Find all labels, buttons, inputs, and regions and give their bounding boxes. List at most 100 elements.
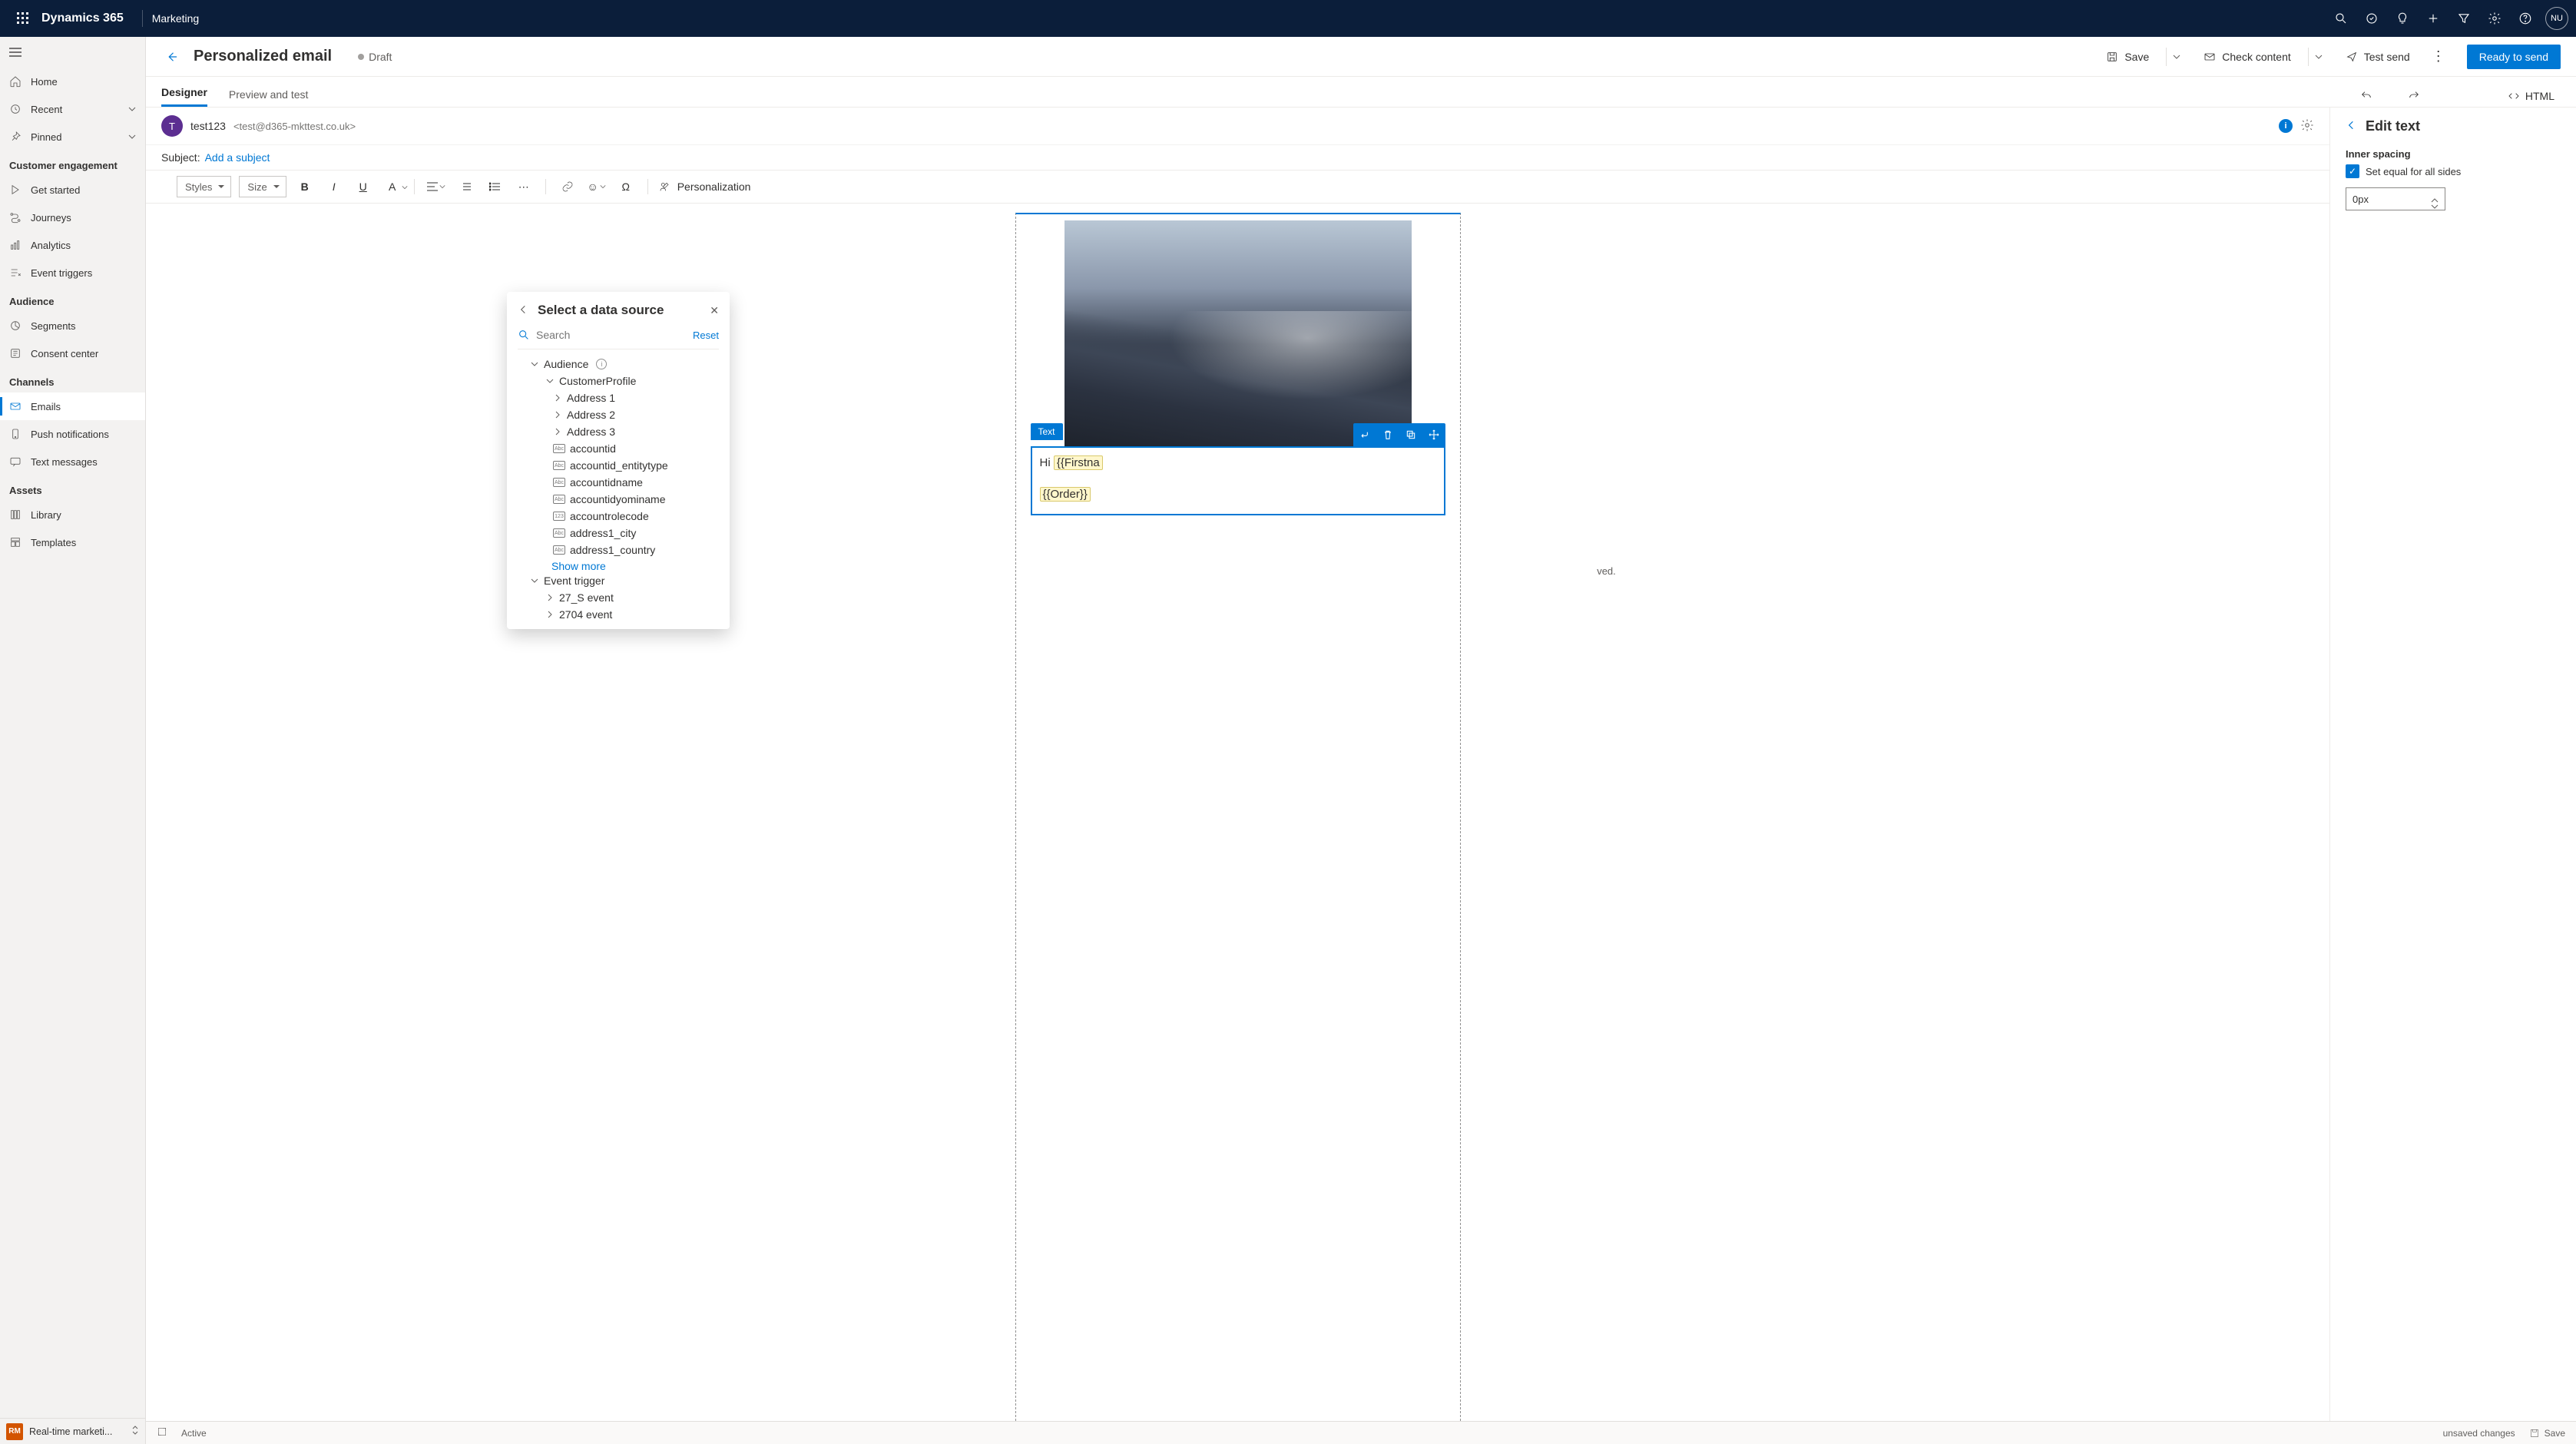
save-button[interactable]: Save: [2100, 46, 2155, 68]
tree-field-accountid-entitytype[interactable]: Abcaccountid_entitytype: [518, 457, 719, 474]
tree-field-accountid[interactable]: Abcaccountid: [518, 440, 719, 457]
nav-get-started[interactable]: Get started: [0, 176, 145, 204]
token-order[interactable]: {{Order}}: [1040, 487, 1091, 502]
block-enter-icon[interactable]: [1353, 423, 1376, 446]
html-view-button[interactable]: HTML: [2501, 85, 2561, 107]
nav-templates[interactable]: Templates: [0, 528, 145, 556]
bold-button[interactable]: B: [294, 176, 316, 197]
settings-icon[interactable]: [2479, 3, 2510, 34]
sidebar-toggle[interactable]: [0, 37, 145, 68]
underline-button[interactable]: U: [353, 176, 374, 197]
italic-button[interactable]: I: [323, 176, 345, 197]
chevron-down-icon[interactable]: [128, 104, 136, 115]
nav-analytics[interactable]: Analytics: [0, 231, 145, 259]
ready-to-send-button[interactable]: Ready to send: [2467, 45, 2561, 69]
nav-consent[interactable]: Consent center: [0, 339, 145, 367]
show-more-link[interactable]: Show more: [518, 560, 719, 572]
add-subject-link[interactable]: Add a subject: [205, 151, 270, 164]
checkbox-checked-icon[interactable]: ✓: [2346, 164, 2359, 178]
nav-journeys[interactable]: Journeys: [0, 204, 145, 231]
tree-field-accountidyominame[interactable]: Abcaccountidyominame: [518, 491, 719, 508]
block-delete-icon[interactable]: [1376, 423, 1399, 446]
save-split[interactable]: [2166, 48, 2187, 66]
add-icon[interactable]: [2418, 3, 2449, 34]
nav-segments[interactable]: Segments: [0, 312, 145, 339]
app-launcher[interactable]: [8, 3, 38, 34]
align-button[interactable]: [425, 176, 447, 197]
tree-event-2704[interactable]: 2704 event: [518, 606, 719, 623]
search-input[interactable]: [536, 329, 687, 341]
search-icon[interactable]: [2326, 3, 2356, 34]
nav-recent[interactable]: Recent: [0, 95, 145, 123]
tree-event-trigger[interactable]: Event trigger: [518, 572, 719, 589]
check-content-button[interactable]: Check content: [2197, 46, 2297, 68]
tree-field-address1-city[interactable]: Abcaddress1_city: [518, 525, 719, 542]
user-avatar[interactable]: NU: [2545, 7, 2568, 30]
expand-icon[interactable]: [131, 1425, 139, 1438]
size-select[interactable]: Size: [239, 176, 286, 197]
tab-preview[interactable]: Preview and test: [229, 88, 309, 107]
ordered-list-button[interactable]: [455, 176, 476, 197]
tree-audience[interactable]: Audience i: [518, 356, 719, 373]
email-canvas[interactable]: Text Hi {{Firstna {{Order}}: [1015, 213, 1461, 1429]
chevron-down-icon[interactable]: [128, 131, 136, 143]
more-commands[interactable]: ⋮: [2427, 44, 2450, 69]
unordered-list-button[interactable]: [484, 176, 505, 197]
panel-back-button[interactable]: [2346, 119, 2358, 134]
reset-link[interactable]: Reset: [693, 330, 719, 341]
special-char-button[interactable]: Ω: [615, 176, 637, 197]
product-brand[interactable]: Dynamics 365: [41, 12, 124, 25]
tree-field-address1-country[interactable]: Abcaddress1_country: [518, 542, 719, 558]
area-switcher[interactable]: RM Real-time marketi...: [0, 1418, 145, 1444]
filter-icon[interactable]: [2449, 3, 2479, 34]
styles-select[interactable]: Styles: [177, 176, 231, 197]
module-name[interactable]: Marketing: [152, 12, 199, 25]
text-block[interactable]: Hi {{Firstna {{Order}}: [1031, 446, 1445, 515]
tree-address-2[interactable]: Address 2: [518, 406, 719, 423]
personalization-button[interactable]: Personalization: [659, 180, 751, 193]
nav-push[interactable]: Push notifications: [0, 420, 145, 448]
tree-customer-profile[interactable]: CustomerProfile: [518, 373, 719, 389]
block-move-icon[interactable]: [1422, 423, 1445, 446]
undo-button[interactable]: [2353, 85, 2379, 107]
more-format-button[interactable]: ⋯: [513, 176, 535, 197]
spacing-input[interactable]: 0px: [2346, 187, 2445, 210]
popup-back-button[interactable]: [518, 303, 530, 318]
spinner-down-icon[interactable]: [2431, 200, 2442, 204]
tree-field-accountidname[interactable]: Abcaccountidname: [518, 474, 719, 491]
tab-designer[interactable]: Designer: [161, 86, 207, 107]
font-color-button[interactable]: A: [382, 176, 403, 197]
nav-home[interactable]: Home: [0, 68, 145, 95]
text-block-tag: Text: [1031, 423, 1063, 440]
link-button[interactable]: [557, 176, 578, 197]
lightbulb-icon[interactable]: [2387, 3, 2418, 34]
back-button[interactable]: [161, 46, 183, 68]
nav-pinned[interactable]: Pinned: [0, 123, 145, 151]
info-icon[interactable]: i: [596, 359, 607, 369]
task-icon[interactable]: [2356, 3, 2387, 34]
hero-image[interactable]: [1065, 220, 1412, 446]
check-split[interactable]: [2308, 48, 2329, 66]
help-icon[interactable]: [2510, 3, 2541, 34]
tree-address-1[interactable]: Address 1: [518, 389, 719, 406]
info-badge[interactable]: i: [2279, 119, 2293, 133]
greeting-text: Hi: [1040, 456, 1054, 469]
close-icon[interactable]: ✕: [710, 304, 719, 317]
equal-sides-row[interactable]: ✓ Set equal for all sides: [2346, 164, 2561, 178]
spinner-up-icon[interactable]: [2431, 194, 2442, 198]
statusbar-save-button[interactable]: Save: [2529, 1428, 2565, 1439]
tree-event-27s[interactable]: 27_S event: [518, 589, 719, 606]
nav-library[interactable]: Library: [0, 501, 145, 528]
nav-emails[interactable]: Emails: [0, 392, 145, 420]
redo-button[interactable]: [2401, 85, 2427, 107]
test-send-button[interactable]: Test send: [2339, 46, 2416, 68]
open-full-icon[interactable]: [157, 1426, 167, 1439]
tree-address-3[interactable]: Address 3: [518, 423, 719, 440]
block-duplicate-icon[interactable]: [1399, 423, 1422, 446]
settings-icon[interactable]: [2300, 118, 2314, 134]
emoji-button[interactable]: ☺: [586, 176, 608, 197]
nav-text-messages[interactable]: Text messages: [0, 448, 145, 475]
token-firstname[interactable]: {{Firstna: [1054, 455, 1103, 470]
nav-event-triggers[interactable]: Event triggers: [0, 259, 145, 286]
tree-field-accountrolecode[interactable]: 123accountrolecode: [518, 508, 719, 525]
